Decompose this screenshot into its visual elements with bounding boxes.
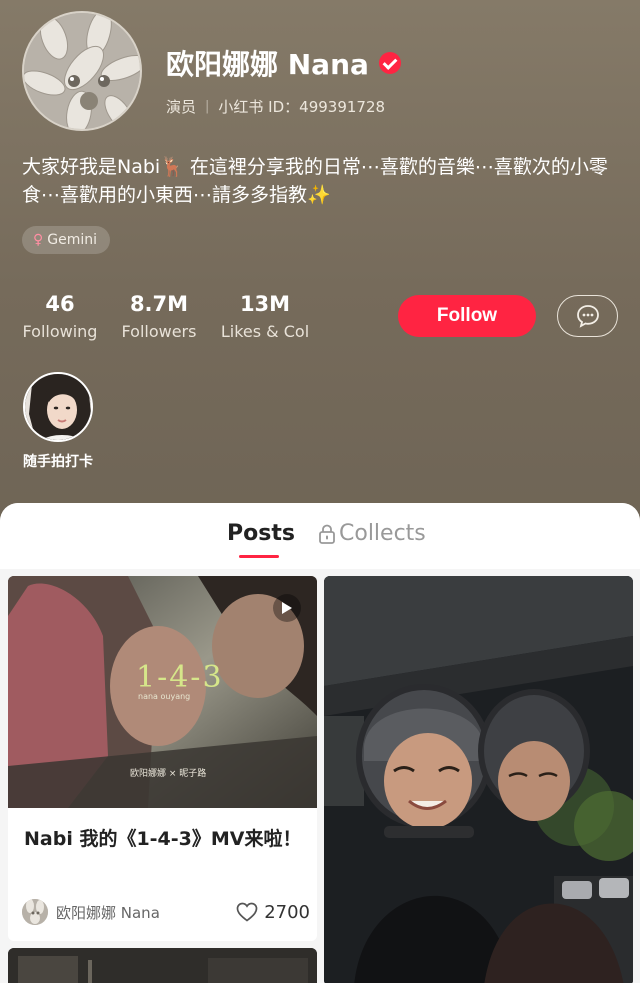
verified-badge-icon — [378, 52, 401, 74]
post-title: Nabi 我的《1-4-3》MV来啦！ — [24, 828, 302, 850]
flower-avatar-image — [24, 13, 140, 129]
profile-header: 欧阳娜娜 Nana 演员 | 小红书 ID：499391728 大家好我是Nab… — [0, 0, 640, 520]
following-label: Following — [22, 322, 98, 341]
profile-name-row: 欧阳娜娜 Nana — [166, 44, 401, 82]
highlight-cover — [23, 372, 93, 442]
night-ride-image — [324, 576, 633, 983]
post-card[interactable]: 1-4-3 nana ouyang 欧阳娜娜 × 昵子路 Nabi 我的《1-4… — [8, 576, 317, 941]
zodiac-tag-label: Gemini — [47, 232, 98, 248]
tab-bar: Posts Collects — [0, 503, 640, 569]
profile-meta: 演员 | 小红书 ID：499391728 — [166, 96, 385, 117]
author-avatar[interactable] — [22, 899, 48, 925]
followers-label: Followers — [121, 322, 197, 341]
tab-collects[interactable]: Collects — [318, 521, 426, 546]
profile-name: 欧阳娜娜 Nana — [166, 48, 369, 81]
mv-overlay-title: 1-4-3 — [136, 660, 224, 695]
heart-icon — [236, 902, 258, 922]
tab-collects-label: Collects — [339, 521, 426, 546]
flower-mini-avatar — [22, 899, 48, 925]
post-card[interactable] — [324, 576, 633, 983]
message-button[interactable] — [557, 295, 618, 337]
followers-count: 8.7M — [129, 292, 189, 316]
following-count: 46 — [45, 292, 75, 316]
lock-icon — [319, 524, 335, 544]
chat-bubble-icon — [576, 305, 599, 328]
content-panel: Posts Collects 1-4-3 nana ouyang 欧阳娜娜 × … — [0, 503, 640, 983]
post-footer: 欧阳娜娜 Nana 2700 — [22, 898, 310, 926]
stat-likes-collects[interactable]: 13M Likes & Col — [218, 292, 312, 341]
highlight-label: 随手拍打卡 — [23, 454, 93, 470]
follow-button[interactable]: Follow — [398, 295, 536, 337]
post-author[interactable]: 欧阳娜娜 Nana — [56, 902, 236, 923]
post-thumbnail — [324, 576, 633, 983]
mv-overlay-credit: 欧阳娜娜 × 昵子路 — [130, 769, 207, 779]
post-thumbnail: 1-4-3 nana ouyang 欧阳娜娜 × 昵子路 — [8, 576, 317, 808]
mv-overlay-subtitle: nana ouyang — [138, 692, 191, 701]
profile-avatar[interactable] — [22, 11, 142, 131]
video-play-icon — [273, 594, 301, 622]
active-tab-indicator — [239, 555, 279, 558]
portrait-image — [25, 374, 91, 440]
profile-bio: 大家好我是Nabi🦌 在這裡分享我的日常⋯喜歡的音樂⋯喜歡次的小零食⋯喜歡用的小… — [22, 156, 608, 206]
post-card[interactable] — [8, 948, 317, 983]
zodiac-tag: ♀ Gemini — [22, 226, 111, 254]
like-button[interactable]: 2700 — [236, 902, 310, 923]
stat-following[interactable]: 46 Following — [22, 292, 98, 341]
like-count: 2700 — [264, 901, 310, 923]
stat-followers[interactable]: 8.7M Followers — [120, 292, 198, 341]
post-thumbnail-partial — [8, 948, 317, 983]
female-icon: ♀ — [33, 232, 44, 248]
likes-label: Likes & Col — [220, 322, 310, 341]
meta-divider: | — [205, 99, 210, 114]
highlight-item[interactable]: 随手拍打卡 — [18, 372, 98, 471]
tab-posts[interactable]: Posts — [227, 521, 295, 546]
likes-count: 13M — [239, 292, 291, 316]
profile-role: 演员 — [166, 98, 197, 116]
profile-id[interactable]: 小红书 ID：499391728 — [218, 96, 385, 117]
